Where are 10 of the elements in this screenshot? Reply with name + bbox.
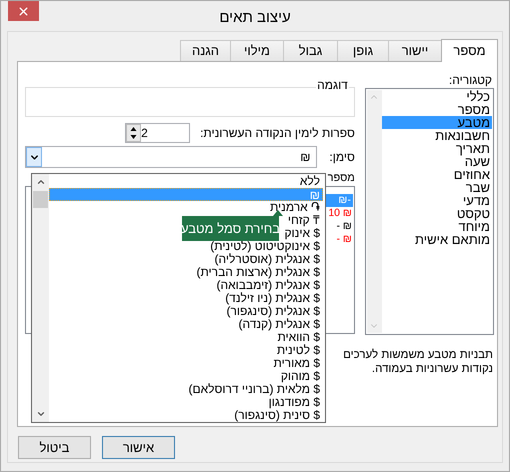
spinner-value: 2 [141, 125, 149, 142]
decimal-places-label: ספרות לימין הנקודה העשרונית: [200, 125, 355, 142]
category-label: קטגוריה: [448, 72, 493, 88]
sample-label: דוגמה [316, 79, 349, 92]
negative-numbers-label: מספר [328, 171, 355, 185]
symbol-label: סימן: [329, 149, 355, 166]
symbol-value: ₪ [299, 149, 312, 166]
description-text: תבניות מטבע משמשות לערכים נקודות עשרוניות בעמודה. [342, 348, 494, 376]
window-title: עיצוב תאים [219, 8, 291, 28]
tooltip: בחירת סמל מטבע [182, 216, 279, 241]
